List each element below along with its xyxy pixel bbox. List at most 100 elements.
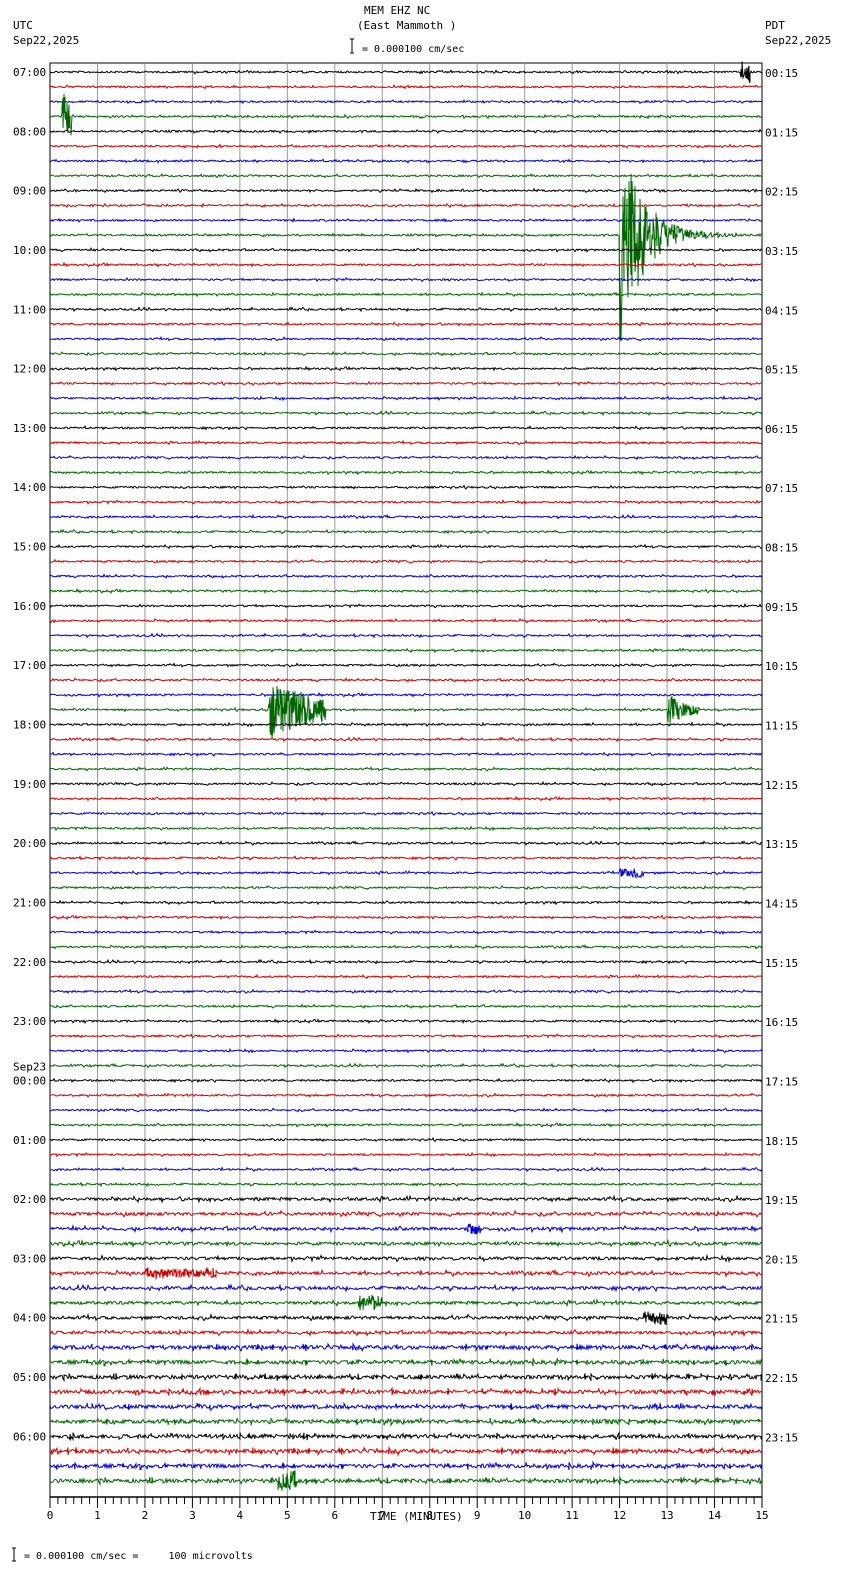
seismic-trace [49,469,763,476]
pdt-hour-label: 11:15 [765,720,798,733]
date-change-label: Sep23 [13,1060,46,1073]
seismic-trace [49,1239,763,1249]
seismic-trace [49,321,763,328]
seismic-trace [49,1253,763,1264]
seismic-trace [49,276,763,283]
seismic-trace [49,899,763,906]
seismic-trace [49,1107,763,1113]
seismic-trace [49,1460,763,1471]
utc-hour-label: 21:00 [13,896,46,909]
pdt-hour-label: 18:15 [765,1135,798,1148]
pdt-hour-label: 09:15 [765,601,798,614]
utc-hour-label: 02:00 [13,1193,46,1206]
pdt-hour-label: 06:15 [765,423,798,436]
x-tick-label: 14 [708,1509,722,1522]
utc-hour-label: 07:00 [13,66,46,79]
utc-hour-label: 22:00 [13,956,46,969]
utc-hour-label: 19:00 [13,778,46,791]
seismic-trace [49,187,763,194]
footer-scale-note: = 0.000100 cm/sec = 100 microvolts [24,1551,253,1562]
seismic-trace [49,128,763,134]
x-tick-label: 9 [474,1509,481,1522]
seismic-trace [49,202,763,209]
seismic-trace [49,1062,763,1069]
utc-hour-label: 16:00 [13,600,46,613]
seismic-trace [49,173,762,342]
seismic-trace [49,217,763,224]
seismic-trace [49,172,763,179]
seismic-trace [49,691,763,698]
x-tick-label: 5 [284,1509,291,1522]
seismic-trace [49,795,763,802]
seismic-trace [49,1431,763,1442]
pdt-hour-label: 10:15 [765,660,798,673]
seismic-trace [49,558,763,564]
seismic-trace [49,1194,763,1204]
utc-hour-label: 00:00 [13,1074,46,1087]
seismic-trace [49,884,763,891]
seismic-trace [49,291,763,298]
seismic-trace [49,1283,763,1293]
station-location: (East Mammoth ) [357,19,456,32]
seismic-trace [49,1416,763,1427]
seismic-trace [49,158,763,164]
x-tick-label: 6 [331,1509,338,1522]
pdt-hour-label: 23:15 [765,1431,798,1444]
pdt-hour-label: 20:15 [765,1253,798,1266]
x-tick-label: 10 [518,1509,531,1522]
seismic-trace [49,855,763,861]
utc-hour-label: 11:00 [13,303,46,316]
pdt-hour-label: 02:15 [765,186,798,199]
scale-bar-icon [350,38,354,54]
pdt-hour-label: 01:15 [765,126,798,139]
seismic-trace [49,1209,763,1218]
x-tick-label: 3 [189,1509,196,1522]
utc-hour-label: 17:00 [13,659,46,672]
left-timezone: UTC [13,19,33,32]
pdt-hour-label: 14:15 [765,897,798,910]
seismic-trace [49,499,763,506]
utc-hour-label: 08:00 [13,125,46,138]
seismic-trace [49,1294,763,1311]
seismic-trace [49,99,763,105]
seismic-trace [49,350,763,357]
seismic-trace [49,528,763,535]
utc-hour-label: 20:00 [13,837,46,850]
seismic-trace [49,929,763,936]
utc-hour-label: 04:00 [13,1312,46,1325]
seismic-trace [49,1121,763,1128]
seismic-trace [49,825,763,832]
pdt-hour-label: 03:15 [765,245,798,258]
seismic-trace [49,336,763,342]
utc-hour-label: 09:00 [13,185,46,198]
seismic-trace [49,454,762,461]
utc-hour-label: 15:00 [13,541,46,554]
seismic-trace [49,1357,763,1367]
seismic-trace [49,1092,762,1098]
seismic-trace [49,868,763,880]
station-title: MEM EHZ NC [364,4,430,17]
seismic-trace [49,736,762,743]
seismic-trace [49,988,763,994]
seismic-trace [49,780,763,787]
seismic-trace [49,1151,763,1158]
utc-hour-label: 18:00 [13,719,46,732]
seismic-trace [49,958,763,965]
x-tick-label: 13 [660,1509,673,1522]
utc-hour-label: 10:00 [13,244,46,257]
pdt-hour-label: 21:15 [765,1313,798,1326]
seismic-trace [49,662,763,668]
pdt-hour-label: 07:15 [765,482,798,495]
seismic-trace [49,83,763,90]
seismic-trace [49,751,763,758]
utc-hour-label: 13:00 [13,422,46,435]
utc-hour-label: 03:00 [13,1252,46,1265]
seismic-trace [49,1470,763,1491]
seismic-trace [49,425,763,431]
seismic-trace [49,513,763,520]
utc-hour-label: 14:00 [13,481,46,494]
seismic-trace [49,1018,763,1025]
pdt-hour-label: 13:15 [765,838,798,851]
pdt-hour-label: 19:15 [765,1194,798,1207]
seismic-trace [49,1047,763,1054]
